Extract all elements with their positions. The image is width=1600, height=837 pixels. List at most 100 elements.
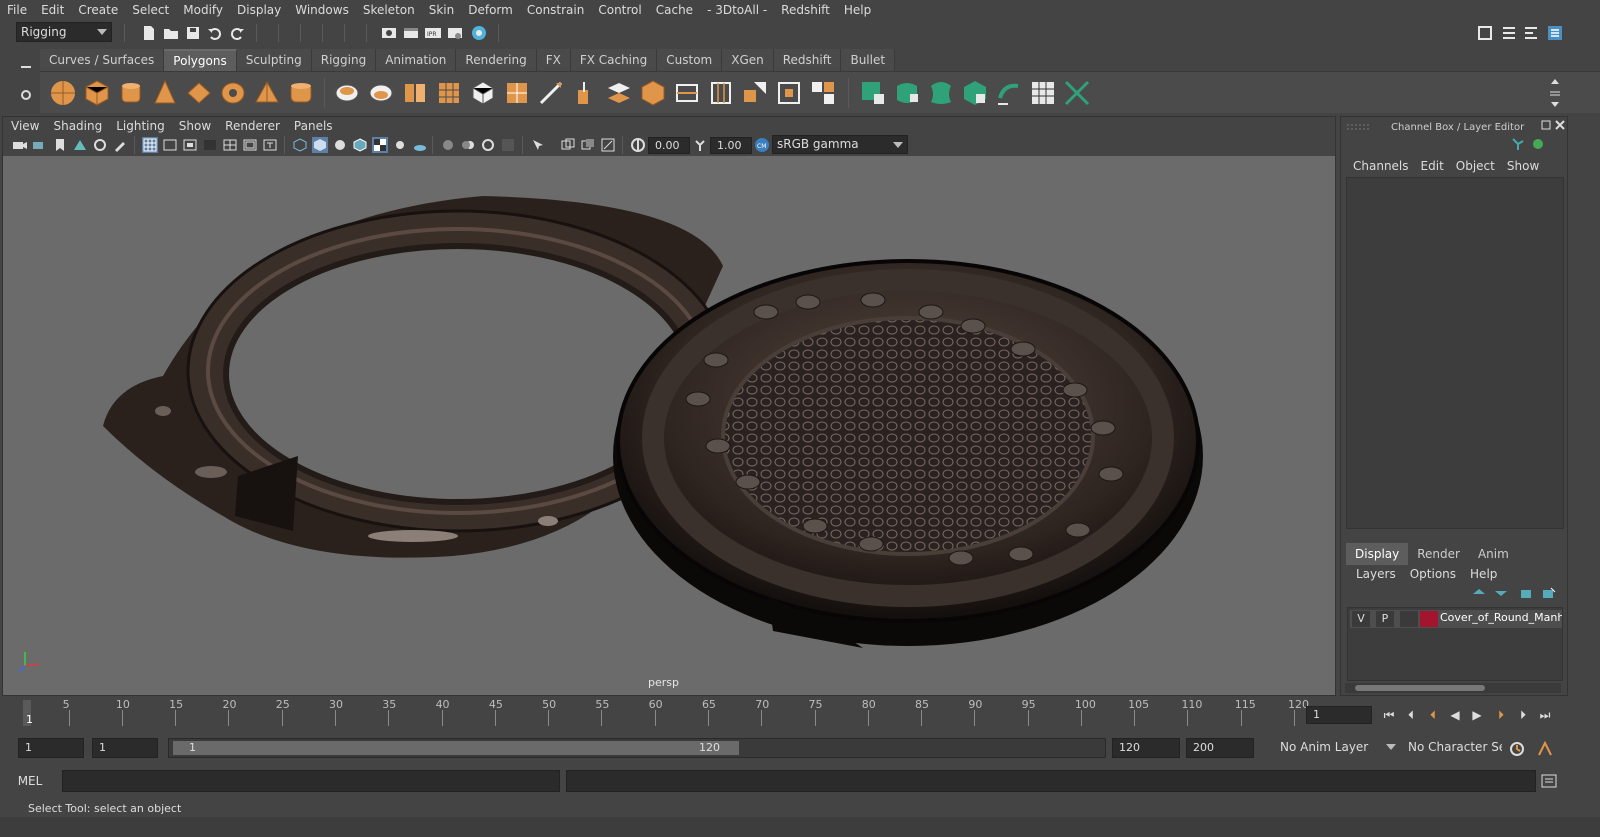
- layer-tab-anim[interactable]: Anim: [1468, 543, 1518, 565]
- anti-aliasing-icon[interactable]: [480, 137, 496, 153]
- grid-icon[interactable]: [142, 137, 158, 153]
- uv-unfold-icon[interactable]: [994, 78, 1024, 108]
- render-view-icon[interactable]: [380, 24, 398, 42]
- command-input[interactable]: [62, 770, 560, 792]
- exposure-field[interactable]: 0.00: [648, 137, 690, 154]
- playback-end-field[interactable]: 120: [1112, 738, 1180, 758]
- render-settings-icon[interactable]: [446, 24, 464, 42]
- layer-menu-help[interactable]: Help: [1463, 567, 1504, 581]
- menu-constrain[interactable]: Constrain: [520, 0, 592, 20]
- step-forward-frame-button[interactable]: ⏵: [1514, 707, 1532, 723]
- uv-auto-icon[interactable]: [960, 78, 990, 108]
- viewport-menu-shading[interactable]: Shading: [46, 117, 109, 135]
- viewport-menu-lighting[interactable]: Lighting: [109, 117, 172, 135]
- close-icon[interactable]: [1555, 120, 1565, 130]
- shelf-tab-sculpting[interactable]: Sculpting: [236, 49, 312, 71]
- attribute-editor-icon[interactable]: [1500, 24, 1518, 42]
- menu-control[interactable]: Control: [591, 0, 648, 20]
- menu-file[interactable]: File: [0, 0, 34, 20]
- channel-box-icon[interactable]: [1546, 24, 1564, 42]
- wireframe-icon[interactable]: [292, 137, 308, 153]
- gamma-icon[interactable]: [692, 137, 708, 153]
- reduce-icon[interactable]: [468, 78, 498, 108]
- move-layer-down-icon[interactable]: [1493, 587, 1509, 601]
- image-plane-icon[interactable]: [72, 137, 88, 153]
- resolution-gate-icon[interactable]: [182, 137, 198, 153]
- smooth-icon[interactable]: [434, 78, 464, 108]
- anim-layer-dropdown[interactable]: No Anim Layer: [1276, 738, 1398, 758]
- script-editor-icon[interactable]: [1540, 772, 1558, 790]
- go-to-end-button[interactable]: ⏭: [1536, 707, 1554, 723]
- shelf-settings-icon[interactable]: [20, 89, 32, 101]
- use-all-lights-icon[interactable]: [392, 137, 408, 153]
- layer-tab-display[interactable]: Display: [1346, 543, 1409, 565]
- wireframe-on-shaded-icon[interactable]: [352, 137, 368, 153]
- current-frame-field[interactable]: 1: [1306, 706, 1372, 724]
- go-to-start-button[interactable]: ⏮: [1380, 707, 1398, 723]
- poly-cylinder-icon[interactable]: [116, 78, 146, 108]
- uv-spherical-icon[interactable]: [926, 78, 956, 108]
- bookmark-icon[interactable]: [52, 137, 68, 153]
- color-space-dropdown[interactable]: sRGB gamma: [772, 135, 908, 154]
- menu-modify[interactable]: Modify: [176, 0, 230, 20]
- xray-icon[interactable]: [560, 137, 576, 153]
- bevel-icon[interactable]: [638, 78, 668, 108]
- undo-icon[interactable]: [206, 24, 224, 42]
- xray-joints-icon[interactable]: [600, 137, 616, 153]
- layer-playback-toggle[interactable]: P: [1376, 611, 1394, 627]
- smooth-shade-icon[interactable]: [312, 137, 328, 153]
- channel-box-menu-edit[interactable]: Edit: [1415, 159, 1450, 173]
- multi-cut-icon[interactable]: [536, 78, 566, 108]
- shelf-menu-icon[interactable]: [20, 61, 32, 73]
- step-back-key-button[interactable]: ⏴: [1424, 707, 1442, 723]
- separate-icon[interactable]: [366, 78, 396, 108]
- menu-skeleton[interactable]: Skeleton: [356, 0, 422, 20]
- animation-preferences-icon[interactable]: [1536, 740, 1554, 758]
- move-layer-up-icon[interactable]: [1471, 587, 1487, 601]
- layer-horizontal-scrollbar[interactable]: [1345, 683, 1561, 693]
- layer-row[interactable]: V P Cover_of_Round_Manhole: [1350, 610, 1562, 628]
- menu-3dtoall[interactable]: - 3DtoAll -: [700, 0, 774, 20]
- merge-icon[interactable]: [808, 78, 838, 108]
- safe-action-icon[interactable]: [242, 137, 258, 153]
- insert-edge-loop-icon[interactable]: [672, 78, 702, 108]
- menu-display[interactable]: Display: [230, 0, 288, 20]
- camera-icon[interactable]: [12, 137, 28, 153]
- layer-menu-layers[interactable]: Layers: [1349, 567, 1403, 581]
- screen-space-ao-icon[interactable]: [440, 137, 456, 153]
- range-slider-fill[interactable]: [173, 741, 739, 755]
- speed-icon[interactable]: [1531, 137, 1545, 151]
- exposure-icon[interactable]: [630, 137, 646, 153]
- poly-cone-icon[interactable]: [150, 78, 180, 108]
- shelf-tab-fx-caching[interactable]: FX Caching: [570, 49, 658, 71]
- layer-display-type-toggle[interactable]: [1400, 611, 1418, 627]
- shelf-tab-custom[interactable]: Custom: [657, 49, 723, 71]
- play-backwards-button[interactable]: ◀: [1446, 707, 1464, 723]
- new-layer-from-selection-icon[interactable]: [1541, 587, 1557, 601]
- modeling-toolkit-icon[interactable]: [1476, 24, 1494, 42]
- poly-pyramid-icon[interactable]: [252, 78, 282, 108]
- camera-attributes-icon[interactable]: [32, 137, 48, 153]
- remesh-icon[interactable]: [502, 78, 532, 108]
- layer-tab-render[interactable]: Render: [1408, 543, 1469, 565]
- depth-of-field-icon[interactable]: [500, 137, 516, 153]
- scrollbar-thumb[interactable]: [1355, 685, 1485, 691]
- isolate-select-icon[interactable]: [530, 137, 546, 153]
- shelf-tab-fx[interactable]: FX: [536, 49, 571, 71]
- redo-icon[interactable]: [228, 24, 246, 42]
- menu-redshift[interactable]: Redshift: [774, 0, 837, 20]
- viewport-menu-view[interactable]: View: [4, 117, 46, 135]
- end-time-field[interactable]: 200: [1186, 738, 1254, 758]
- new-layer-icon[interactable]: [1519, 587, 1535, 601]
- shelf-tab-xgen[interactable]: XGen: [722, 49, 774, 71]
- ipr-render-icon[interactable]: IPR: [424, 24, 442, 42]
- poly-plane-icon[interactable]: [184, 78, 214, 108]
- gamma-field[interactable]: 1.00: [710, 137, 752, 154]
- gate-mask-icon[interactable]: [202, 137, 218, 153]
- viewport-menu-renderer[interactable]: Renderer: [218, 117, 287, 135]
- uv-editor-icon[interactable]: [1028, 78, 1058, 108]
- viewport-3d[interactable]: persp: [3, 156, 1335, 695]
- shelf-tab-animation[interactable]: Animation: [376, 49, 457, 71]
- new-scene-icon[interactable]: [140, 24, 158, 42]
- script-language-toggle[interactable]: MEL: [0, 770, 60, 792]
